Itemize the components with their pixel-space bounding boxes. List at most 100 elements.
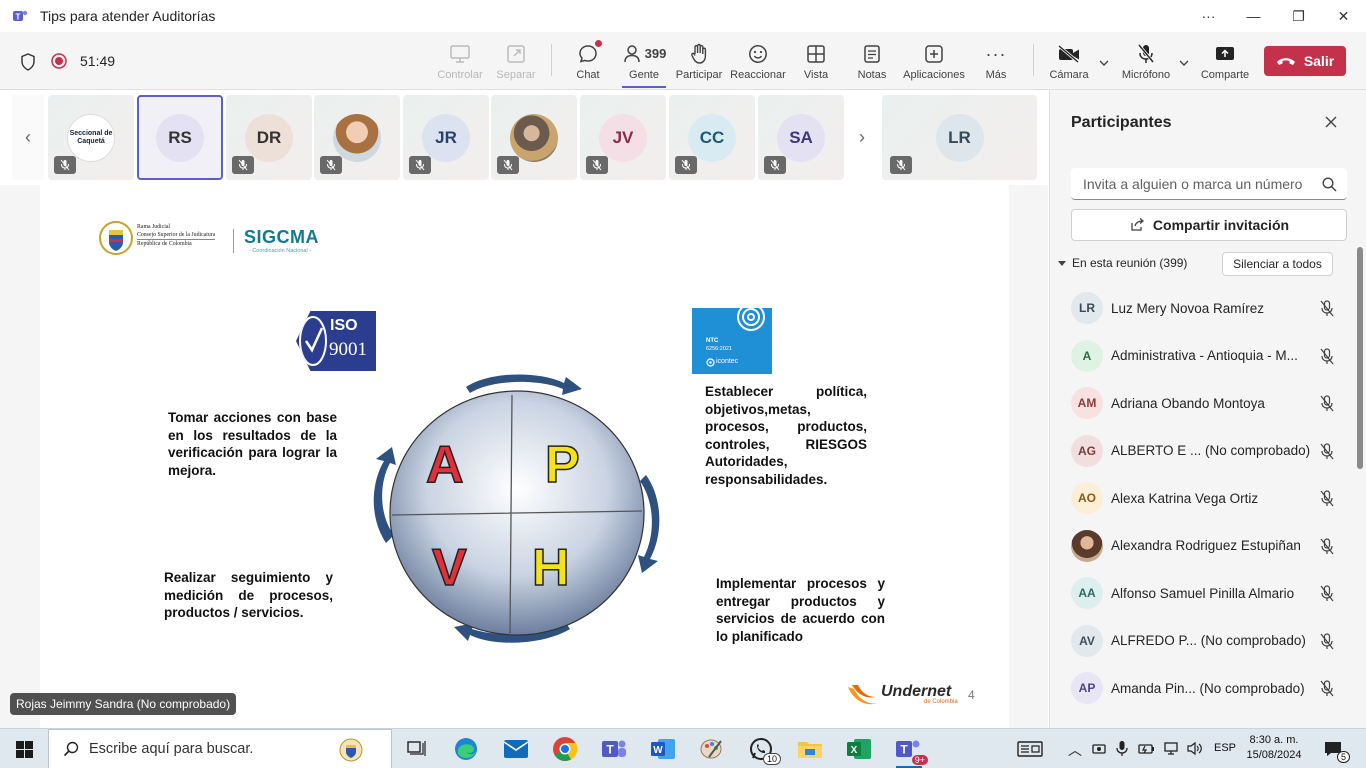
participant-row[interactable]: AA Alfonso Samuel Pinilla Almario [1071, 573, 1347, 613]
hang-up-icon [1276, 58, 1295, 65]
minimize-button[interactable]: — [1231, 0, 1276, 32]
search-placeholder: Escribe aquí para buscar. [89, 741, 254, 757]
participant-row[interactable]: AP Amanda Pin... (No comprobado) [1071, 668, 1347, 708]
hand-icon [691, 43, 707, 64]
volume-tray-icon[interactable] [1186, 741, 1204, 756]
participant-name: Alfonso Samuel Pinilla Almario [1111, 585, 1295, 601]
power-tray-icon[interactable] [1138, 742, 1156, 756]
excel-icon[interactable]: X [845, 735, 873, 763]
mic-off-icon[interactable] [1319, 395, 1335, 413]
mail-icon[interactable] [502, 735, 530, 763]
language-indicator[interactable]: ESP [1214, 742, 1236, 754]
avatar-photo [510, 114, 558, 162]
close-icon[interactable] [1324, 115, 1338, 129]
participant-tile[interactable]: DR [226, 95, 312, 180]
mic-off-icon[interactable] [1319, 442, 1335, 461]
participant-name: Administrativa - Antioquia - M... [1111, 348, 1298, 363]
notes-label: Notas [857, 68, 887, 81]
participant-tile[interactable] [491, 95, 577, 180]
mic-off-icon[interactable] [1319, 680, 1335, 698]
shared-content-stage: Rama Judicial Consejo Superior de la Jud… [0, 185, 1048, 728]
word-icon[interactable]: W [649, 735, 677, 763]
participant-tile[interactable]: JV [580, 95, 666, 180]
participant-row[interactable]: Alexandra Rodriguez Estupiñan [1071, 526, 1347, 566]
participant-row[interactable]: AO Alexa Katrina Vega Ortiz [1071, 478, 1347, 518]
participant-tile[interactable]: SA [758, 95, 844, 180]
paint-icon[interactable] [698, 735, 726, 763]
taskbar-search-box[interactable]: Escribe aquí para buscar. [48, 729, 392, 768]
view-button[interactable]: Vista [798, 32, 834, 90]
mic-off-icon[interactable] [1319, 347, 1335, 366]
edge-browser-icon[interactable] [452, 735, 480, 763]
participant-row[interactable]: AM Adriana Obando Montoya [1071, 383, 1347, 423]
close-window-button[interactable]: ✕ [1321, 0, 1366, 32]
microphone-tray-icon[interactable] [1116, 740, 1128, 757]
task-view-icon[interactable] [403, 735, 431, 763]
view-label: Vista [803, 68, 829, 81]
participant-tile[interactable]: CC [669, 95, 755, 180]
mic-off-icon[interactable] [1319, 585, 1335, 603]
svg-text:T: T [16, 13, 21, 22]
participant-tile[interactable]: JR [403, 95, 489, 180]
participant-row[interactable]: AG ALBERTO E ... (No comprobado) [1071, 431, 1347, 471]
people-button[interactable]: 399 Gente [620, 32, 668, 90]
mic-options-chevron-icon[interactable] [1178, 59, 1190, 67]
taskbar-clock[interactable]: 8:30 a. m. 15/08/2024 [1246, 733, 1302, 763]
raise-hand-button[interactable]: Participar [676, 32, 722, 90]
phva-text-verificar: Realizar seguimiento y medición de proce… [164, 570, 333, 620]
news-widget-icon[interactable] [1016, 735, 1044, 763]
leave-button[interactable]: Salir [1264, 46, 1346, 76]
network-tray-icon[interactable] [1163, 741, 1179, 756]
whatsapp-icon[interactable]: 10 [747, 735, 781, 765]
meeting-tray-icon[interactable] [1092, 742, 1106, 756]
mic-off-icon[interactable] [1319, 537, 1335, 556]
panel-scrollbar[interactable] [1357, 247, 1363, 469]
svg-text:T: T [606, 743, 614, 757]
svg-text:T: T [900, 743, 908, 757]
teams-app-icon[interactable]: T [600, 735, 628, 763]
teams-meeting-icon[interactable]: T 9+ [894, 735, 928, 765]
participant-tile[interactable] [314, 95, 400, 180]
muted-icon [54, 156, 76, 174]
in-meeting-section-header[interactable]: En esta reunión (399) [1058, 256, 1187, 270]
notes-button[interactable]: Notas [854, 32, 890, 90]
people-label: Gente [629, 68, 659, 81]
camera-button[interactable]: Cámara [1048, 32, 1090, 90]
participant-tile[interactable]: LR [882, 95, 1037, 180]
shield-icon[interactable] [20, 53, 36, 71]
microphone-button[interactable]: Micrófono [1120, 32, 1172, 90]
file-explorer-icon[interactable] [796, 735, 824, 763]
chat-button[interactable]: Chat [568, 32, 608, 90]
muted-icon [764, 156, 786, 174]
more-button[interactable]: ··· Más [982, 32, 1010, 90]
participant-tile[interactable]: Seccional de Caquetá [48, 95, 134, 180]
chrome-icon[interactable] [551, 735, 579, 763]
participant-row[interactable]: A Administrativa - Antioquia - M... [1071, 336, 1347, 376]
participant-row[interactable]: LR Luz Mery Novoa Ramírez [1071, 288, 1347, 328]
strip-next-button[interactable]: › [846, 95, 878, 180]
more-options-icon[interactable]: ··· [1186, 0, 1231, 32]
participant-row[interactable]: AV ALFREDO P... (No comprobado) [1071, 621, 1347, 661]
control-button[interactable]: Controlar [436, 32, 484, 90]
share-invite-button[interactable]: Compartir invitación [1071, 209, 1347, 241]
pop-out-button[interactable]: Separar [494, 32, 538, 90]
show-hidden-icons-chevron[interactable]: ︿ [1068, 740, 1082, 760]
mic-off-icon[interactable] [1319, 490, 1335, 508]
windows-start-icon[interactable] [16, 741, 33, 758]
camera-options-chevron-icon[interactable] [1098, 59, 1110, 67]
apps-button[interactable]: Aplicaciones [902, 32, 966, 90]
notification-center-icon[interactable]: 5 [1320, 735, 1350, 763]
participant-tile[interactable]: RS [137, 95, 223, 180]
pop-out-icon [507, 44, 525, 63]
participant-name: Adriana Obando Montoya [1111, 395, 1265, 411]
mic-off-icon[interactable] [1319, 300, 1335, 318]
mute-all-button[interactable]: Silenciar a todos [1222, 252, 1333, 276]
strip-prev-button[interactable]: ‹ [12, 95, 44, 180]
invite-placeholder: Invita a alguien o marca un número [1083, 175, 1303, 192]
search-icon[interactable] [1322, 177, 1337, 192]
share-button[interactable]: Comparte [1200, 32, 1250, 90]
invite-search-input[interactable]: Invita a alguien o marca un número [1071, 168, 1347, 200]
react-button[interactable]: Reaccionar [730, 32, 786, 90]
mic-off-icon[interactable] [1319, 632, 1335, 651]
restore-button[interactable]: ❐ [1276, 0, 1321, 32]
